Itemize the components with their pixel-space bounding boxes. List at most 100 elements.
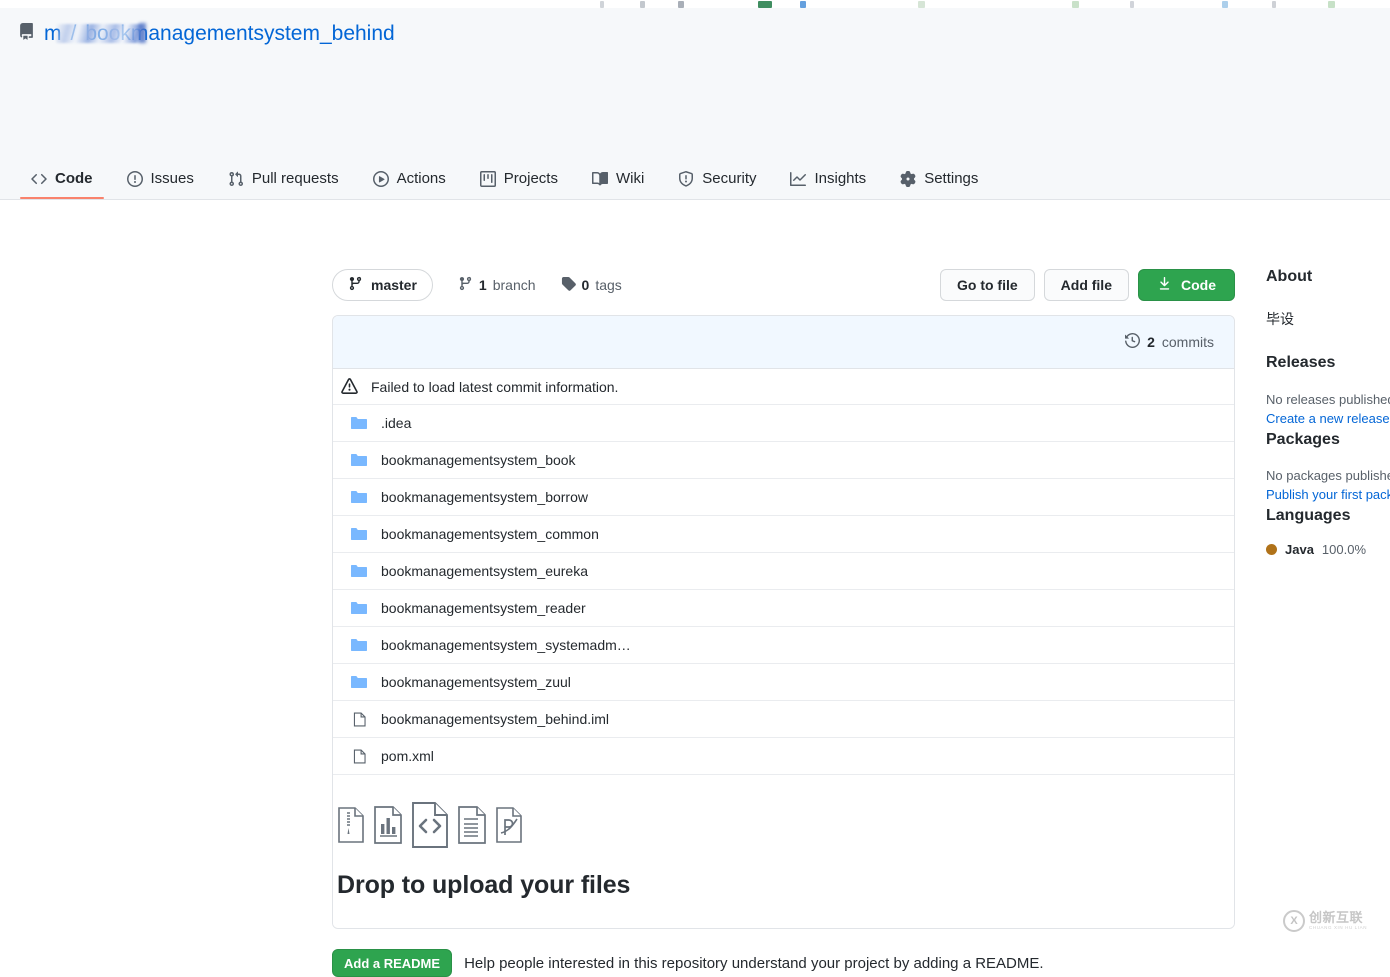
language-name: Java: [1285, 542, 1314, 557]
add-readme-text: Help people interested in this repositor…: [464, 954, 1044, 972]
languages-heading: Languages: [1266, 507, 1351, 524]
bookmark-fragment: [1130, 1, 1134, 8]
file-name-link[interactable]: bookmanagementsystem_behind.iml: [381, 711, 609, 727]
releases-empty-text: No releases published: [1266, 392, 1390, 407]
language-percent: 100.0%: [1321, 542, 1367, 557]
folder-icon: [349, 564, 369, 579]
folder-name-link[interactable]: bookmanagementsystem_systemadm…: [381, 637, 631, 653]
file-list-row[interactable]: bookmanagementsystem_behind.iml: [333, 701, 1234, 738]
folder-icon: [349, 490, 369, 505]
code-download-button-label: Code: [1181, 277, 1216, 293]
commit-count-label: commits: [1161, 334, 1214, 350]
nav-item-actions[interactable]: Actions: [362, 170, 457, 199]
nav-item-pull-requests[interactable]: Pull requests: [217, 170, 350, 199]
file-rows: .idea bookmanagementsystem_book bookmanage…: [333, 405, 1234, 775]
folder-icon: [349, 527, 369, 542]
folder-icon: [349, 453, 369, 468]
text-file-icon: [457, 805, 487, 849]
folder-name-link[interactable]: bookmanagementsystem_zuul: [381, 674, 571, 690]
nav-item-issues[interactable]: Issues: [116, 170, 205, 199]
file-list-row[interactable]: bookmanagementsystem_systemadm…: [333, 627, 1234, 664]
language-item[interactable]: Java 100.0%: [1266, 542, 1390, 557]
bookmark-fragment: [1328, 1, 1335, 8]
gear-icon: [900, 170, 916, 187]
issue-opened-icon: [126, 170, 143, 187]
repository-title-row: m / bookmanagementsystem_behind: [18, 22, 395, 46]
code-file-icon: [411, 801, 449, 853]
tag-count-value: 0: [581, 277, 590, 293]
folder-name-link[interactable]: bookmanagementsystem_borrow: [381, 489, 588, 505]
tag-count-label: tags: [595, 277, 622, 293]
nav-item-security[interactable]: Security: [667, 170, 767, 199]
file-list-row[interactable]: bookmanagementsystem_eureka: [333, 553, 1234, 590]
folder-name-link[interactable]: .idea: [381, 415, 411, 431]
language-color-dot: [1266, 544, 1277, 555]
commit-count[interactable]: 2 commits: [1125, 332, 1214, 351]
latest-commit-bar: 2 commits: [333, 316, 1234, 369]
upload-dropzone-icons: [335, 797, 1234, 857]
branch-selector-button[interactable]: master: [332, 269, 433, 301]
file-icon: [349, 748, 369, 765]
commit-load-error-row: Failed to load latest commit information…: [333, 369, 1234, 405]
watermark-chinese-text: 创新互联: [1309, 909, 1364, 925]
repository-owner[interactable]: m: [44, 22, 142, 46]
commit-load-error-text: Failed to load latest commit information…: [371, 378, 619, 395]
file-list-row[interactable]: bookmanagementsystem_book: [333, 442, 1234, 479]
folder-icon: [349, 416, 369, 431]
pdf-file-icon: [495, 806, 523, 848]
folder-name-link[interactable]: bookmanagementsystem_common: [381, 526, 599, 542]
watermark-text: 创新互联 CHUANG XIN HU LIAN: [1309, 911, 1367, 931]
bookmark-fragment: [800, 1, 806, 8]
bookmark-fragment: [918, 1, 925, 8]
alert-triangle-icon: [341, 378, 358, 395]
file-list-row[interactable]: bookmanagementsystem_zuul: [333, 664, 1234, 701]
bookmark-fragment: [1272, 1, 1276, 8]
nav-item-label: Projects: [503, 170, 558, 187]
nav-item-insights[interactable]: Insights: [779, 170, 877, 199]
folder-name-link[interactable]: bookmanagementsystem_book: [381, 452, 576, 468]
bookmark-fragment: [600, 1, 604, 8]
graph-icon: [790, 171, 807, 187]
add-readme-prompt: Add a README Help people interested in t…: [332, 949, 1235, 977]
branch-count-value: 1: [478, 277, 487, 293]
zip-file-icon: [337, 806, 365, 848]
file-list-row[interactable]: bookmanagementsystem_reader: [333, 590, 1234, 627]
download-icon: [1157, 276, 1172, 294]
file-list-row[interactable]: bookmanagementsystem_common: [333, 516, 1234, 553]
folder-name-link[interactable]: bookmanagementsystem_reader: [381, 600, 586, 616]
upload-dropzone-title: Drop to upload your files: [337, 871, 631, 899]
file-list-row[interactable]: bookmanagementsystem_borrow: [333, 479, 1234, 516]
add-file-button[interactable]: Add file: [1043, 269, 1129, 301]
repo-toolbar: master 1 branch 0 tags Go to file Add fi…: [332, 268, 1235, 302]
tag-count[interactable]: 0 tags: [561, 276, 622, 294]
repo-icon: [18, 23, 35, 45]
go-to-file-button[interactable]: Go to file: [939, 269, 1035, 301]
nav-item-projects[interactable]: Projects: [469, 170, 569, 199]
nav-item-code[interactable]: Code: [20, 170, 104, 199]
main-column: master 1 branch 0 tags Go to file Add fi…: [332, 268, 1235, 977]
play-icon: [372, 170, 389, 187]
branch-count[interactable]: 1 branch: [458, 276, 536, 294]
bookmark-fragment: [678, 1, 684, 8]
repository-page-body: master 1 branch 0 tags Go to file Add fi…: [0, 200, 1390, 977]
file-icon: [349, 711, 369, 728]
add-readme-button[interactable]: Add a README: [332, 949, 453, 977]
publish-package-link[interactable]: Publish your first packa: [1266, 487, 1390, 502]
branch-selector-label: master: [371, 277, 417, 293]
git-branch-icon: [348, 276, 363, 294]
packages-heading: Packages: [1266, 431, 1340, 448]
nav-item-label: Settings: [924, 170, 979, 187]
create-release-link[interactable]: Create a new release: [1266, 411, 1390, 426]
file-name-link[interactable]: pom.xml: [381, 748, 434, 764]
file-list-row[interactable]: .idea: [333, 405, 1234, 442]
upload-dropzone[interactable]: Drop to upload your files: [333, 775, 1234, 928]
shield-icon: [678, 170, 694, 187]
nav-item-settings[interactable]: Settings: [889, 170, 989, 199]
repository-header: m / bookmanagementsystem_behind Code Issu…: [0, 8, 1390, 200]
repository-sidebar: About 毕设 Releases No releases published …: [1266, 268, 1390, 557]
nav-item-wiki[interactable]: Wiki: [581, 170, 655, 199]
folder-name-link[interactable]: bookmanagementsystem_eureka: [381, 563, 588, 579]
commit-count-value: 2: [1147, 334, 1155, 350]
file-list-row[interactable]: pom.xml: [333, 738, 1234, 775]
code-download-button[interactable]: Code: [1138, 269, 1235, 301]
